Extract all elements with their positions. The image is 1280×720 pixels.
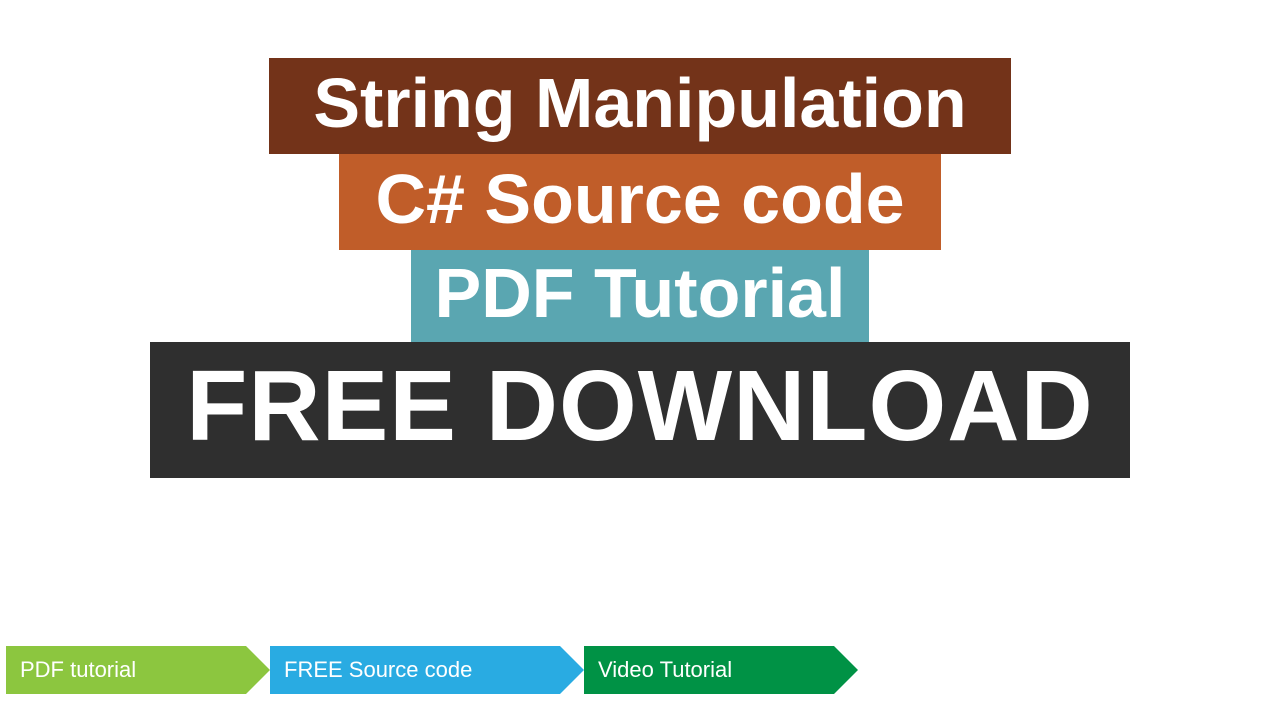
arrow-label: FREE Source code — [284, 657, 472, 683]
arrow-label: Video Tutorial — [598, 657, 732, 683]
arrow-free-source-code[interactable]: FREE Source code — [270, 646, 560, 694]
breadcrumb-arrows: PDF tutorial FREE Source code Video Tuto… — [6, 646, 834, 694]
banner-pdf-tutorial: PDF Tutorial — [411, 250, 870, 342]
title-banner-stack: String Manipulation C# Source code PDF T… — [0, 58, 1280, 478]
arrow-pdf-tutorial[interactable]: PDF tutorial — [6, 646, 246, 694]
arrow-video-tutorial[interactable]: Video Tutorial — [584, 646, 834, 694]
arrow-label: PDF tutorial — [20, 657, 136, 683]
banner-free-download: FREE DOWNLOAD — [150, 342, 1129, 478]
banner-source-code: C# Source code — [339, 154, 940, 250]
banner-title: String Manipulation — [269, 58, 1010, 154]
